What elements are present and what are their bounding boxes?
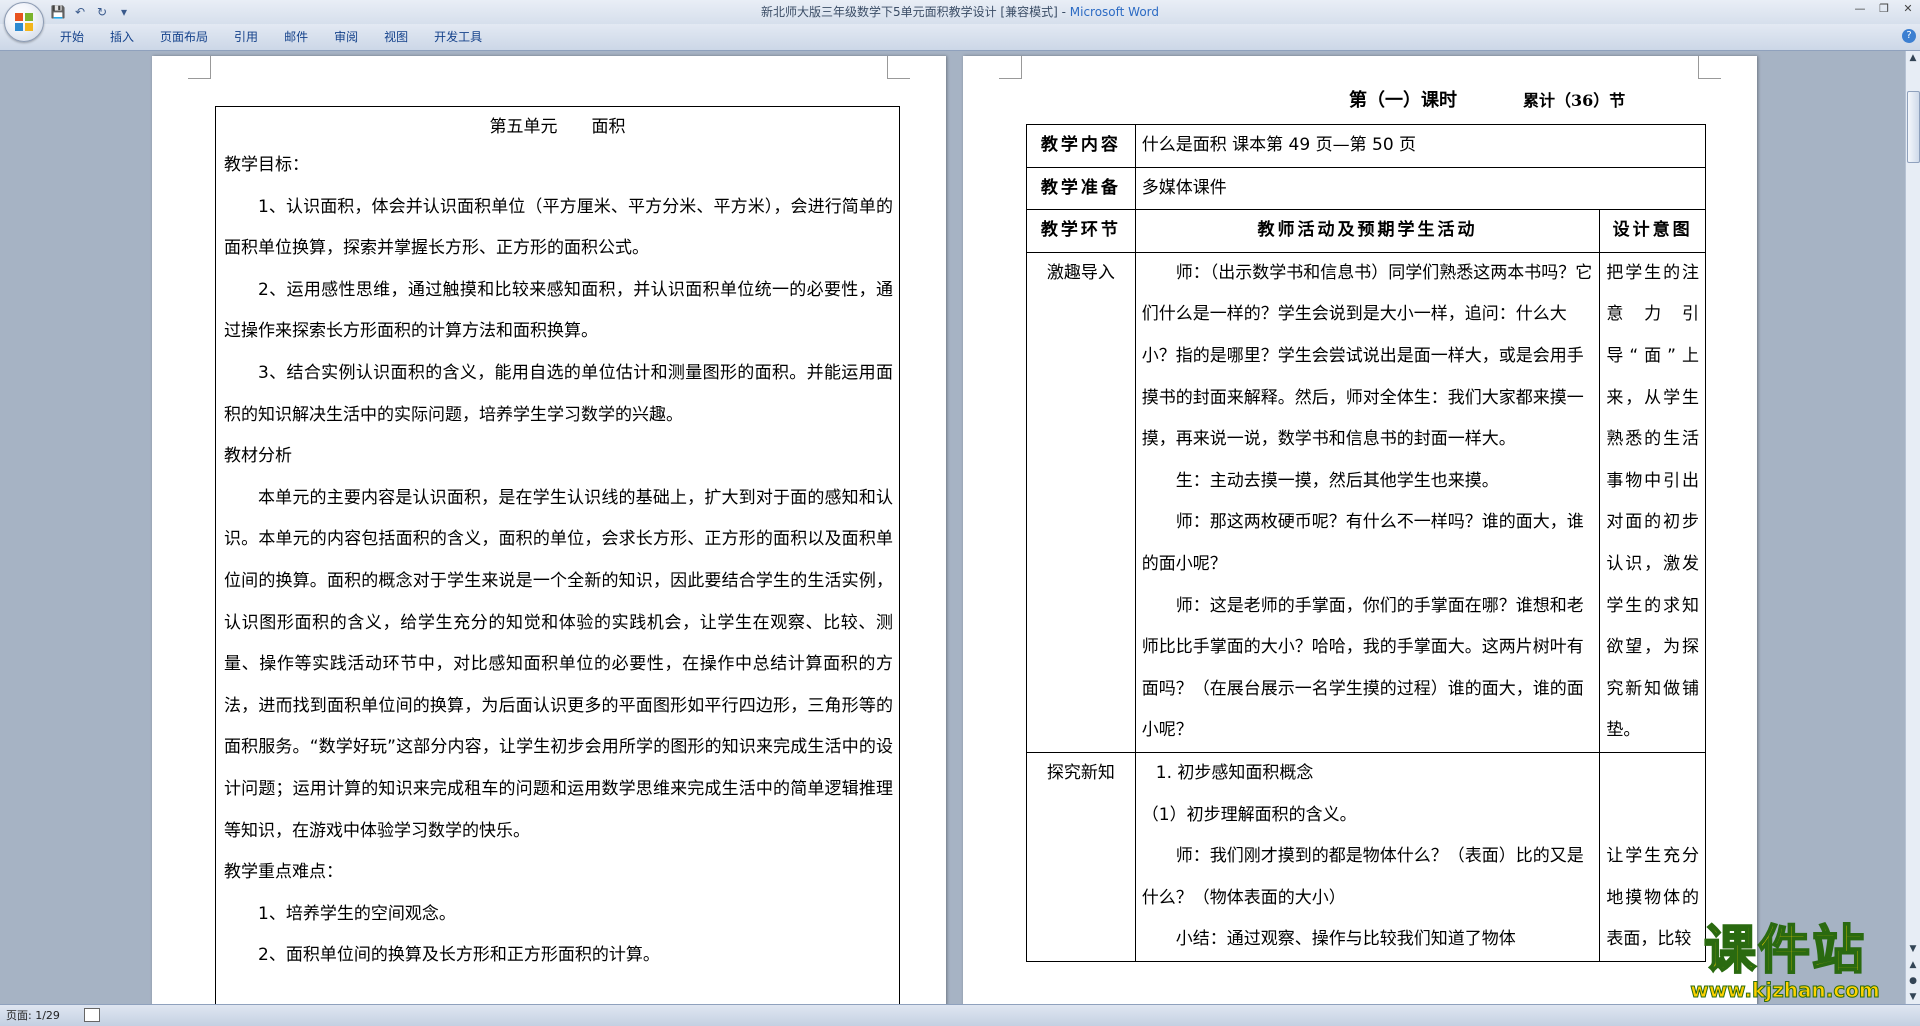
activity-paragraph: 师：我们刚才摸到的都是物体什么？（表面）比的又是什么？（物体表面的大小） <box>1141 846 1584 908</box>
office-logo-icon <box>15 13 33 31</box>
analysis-heading: 教材分析 <box>224 446 292 467</box>
activity-cell: 师：（出示数学书和信息书）同学们熟悉这两本书吗？它们什么是一样的？学生会说到是大… <box>1134 251 1601 753</box>
goal-item: 2、运用感性思维，通过触摸和比较来感知面积，并认识面积单位统一的必要性，通过操作… <box>224 279 893 342</box>
scroll-up-icon[interactable]: ▲ <box>1906 51 1920 65</box>
previous-page-icon[interactable]: ▲ <box>1906 958 1920 972</box>
crop-mark <box>1698 56 1721 79</box>
watermark-url: www.kjzhan.com <box>1690 978 1881 1002</box>
activity-paragraph: 师：这是老师的手掌面，你们的手掌面在哪？谁想和老师比比手掌面的大小？哈哈，我的手… <box>1141 595 1584 741</box>
goal-item: 1、认识面积，体会并认识面积单位（平方厘米、平方分米、平方米），会进行简单的面积… <box>224 196 893 259</box>
analysis-paragraph: 本单元的主要内容是认识面积，是在学生认识线的基础上，扩大到对于面的感知和认识。本… <box>224 487 893 841</box>
site-watermark: 课件站 www.kjzhan.com <box>1665 921 1905 1004</box>
stage-cell: 探究新知 <box>1026 751 1136 962</box>
key-point-item: 2、面积单位间的换算及长方形和正方形面积的计算。 <box>258 945 660 966</box>
tab-references[interactable]: 引用 <box>234 24 271 50</box>
text-frame: 第五单元 面积 教学目标： 1、认识面积，体会并认识面积单位（平方厘米、平方分米… <box>215 106 900 1004</box>
tab-insert[interactable]: 插入 <box>110 24 147 50</box>
document-workspace: 第五单元 面积 教学目标： 1、认识面积，体会并认识面积单位（平方厘米、平方分米… <box>0 51 1906 1004</box>
tab-view[interactable]: 视图 <box>384 24 421 50</box>
minimize-icon[interactable]: — <box>1848 0 1872 20</box>
activity-cell: 1. 初步感知面积概念 （1）初步理解面积的含义。 师：我们刚才摸到的都是物体什… <box>1134 751 1601 962</box>
tab-review[interactable]: 审阅 <box>334 24 371 50</box>
row-label-prep: 教学准备 <box>1026 166 1136 211</box>
lesson-table: 教学内容 什么是面积 课本第 49 页—第 50 页 教学准备 多媒体课件 教学… <box>1026 124 1707 962</box>
activity-paragraph: 1. 初步感知面积概念 <box>1155 762 1314 783</box>
tab-list: 开始 插入 页面布局 引用 邮件 审阅 视图 开发工具 <box>60 24 508 50</box>
title-bar: 💾 ↶ ↻ ▾ 新北师大版三年级数学下5单元面积教学设计 [兼容模式] - Mi… <box>0 0 1920 24</box>
restore-icon[interactable]: ❐ <box>1872 0 1896 20</box>
scroll-down-icon[interactable]: ▼ <box>1906 942 1920 956</box>
goals-heading: 教学目标： <box>224 155 309 175</box>
select-browse-object-icon[interactable]: ● <box>1906 974 1920 988</box>
stage-label: 激趣导入 <box>1046 262 1115 283</box>
office-button[interactable] <box>4 2 44 42</box>
activity-paragraph: （1）初步理解面积的含义。 <box>1141 804 1357 825</box>
crop-mark <box>188 56 211 79</box>
stage-cell: 激趣导入 <box>1026 251 1136 753</box>
help-icon[interactable]: ? <box>1902 29 1916 43</box>
document-title: 新北师大版三年级数学下5单元面积教学设计 [兼容模式] <box>760 5 1058 19</box>
tab-developer[interactable]: 开发工具 <box>434 24 495 50</box>
close-icon[interactable]: ✕ <box>1896 0 1920 20</box>
crop-mark <box>999 56 1022 79</box>
column-header-stage: 教学环节 <box>1026 209 1136 253</box>
document-page-2[interactable]: 第（一）课时 累计（36）节 教学内容 什么是面积 课本第 49 页—第 50 … <box>963 56 1757 1004</box>
column-header-intent: 设计意图 <box>1599 209 1706 253</box>
vertical-scrollbar[interactable]: ▲ ▼ ▲ ● ▼ <box>1905 51 1920 1004</box>
intent-cell: 把学生的注意力引导“面”上来，从学生熟悉的生活事物中引出对面的初步认识，激发学生… <box>1599 251 1706 753</box>
document-page-1[interactable]: 第五单元 面积 教学目标： 1、认识面积，体会并认识面积单位（平方厘米、平方分米… <box>152 56 946 1004</box>
lesson-number: 第（一）课时 <box>1349 90 1457 111</box>
scroll-thumb[interactable] <box>1907 91 1920 163</box>
activity-paragraph: 师：那这两枚硬币呢？有什么不一样吗？谁的面大，谁的面小呢？ <box>1141 512 1584 574</box>
crop-mark <box>887 56 910 79</box>
tab-mailings[interactable]: 邮件 <box>284 24 321 50</box>
unit-title: 第五单元 面积 <box>489 117 626 137</box>
tab-home[interactable]: 开始 <box>60 24 97 50</box>
key-point-item: 1、培养学生的空间观念。 <box>258 903 456 924</box>
row-value-content: 什么是面积 课本第 49 页—第 50 页 <box>1134 124 1707 168</box>
activity-paragraph: 生：主动去摸一摸，然后其他学生也来摸。 <box>1175 470 1499 491</box>
ribbon-tabs: 开始 插入 页面布局 引用 邮件 审阅 视图 开发工具 ? <box>0 24 1920 51</box>
activity-paragraph: 师：（出示数学书和信息书）同学们熟悉这两本书吗？它们什么是一样的？学生会说到是大… <box>1141 262 1593 450</box>
goal-item: 3、结合实例认识面积的含义，能用自选的单位估计和测量图形的面积。并能运用面积的知… <box>224 362 893 425</box>
app-name: Microsoft Word <box>1069 5 1160 19</box>
status-bar: 页面: 1/29 <box>0 1004 1920 1026</box>
page-indicator[interactable]: 页面: 1/29 <box>6 1005 60 1026</box>
tab-page-layout[interactable]: 页面布局 <box>160 24 221 50</box>
window-controls: — ❐ ✕ <box>1848 0 1920 20</box>
row-label-content: 教学内容 <box>1026 124 1136 168</box>
row-value-prep: 多媒体课件 <box>1134 166 1707 211</box>
lesson-total: 累计（36）节 <box>1523 91 1626 110</box>
stage-label: 探究新知 <box>1046 762 1115 783</box>
activity-paragraph: 小结：通过观察、操作与比较我们知道了物体 <box>1175 929 1516 950</box>
column-header-activity: 教师活动及预期学生活动 <box>1134 209 1601 253</box>
window-title: 新北师大版三年级数学下5单元面积教学设计 [兼容模式] - Microsoft … <box>760 5 1160 19</box>
proofing-icon[interactable] <box>84 1008 100 1022</box>
watermark-brand: 课件站 <box>1703 921 1866 981</box>
key-points-heading: 教学重点难点： <box>224 862 343 883</box>
next-page-icon[interactable]: ▼ <box>1906 990 1920 1004</box>
